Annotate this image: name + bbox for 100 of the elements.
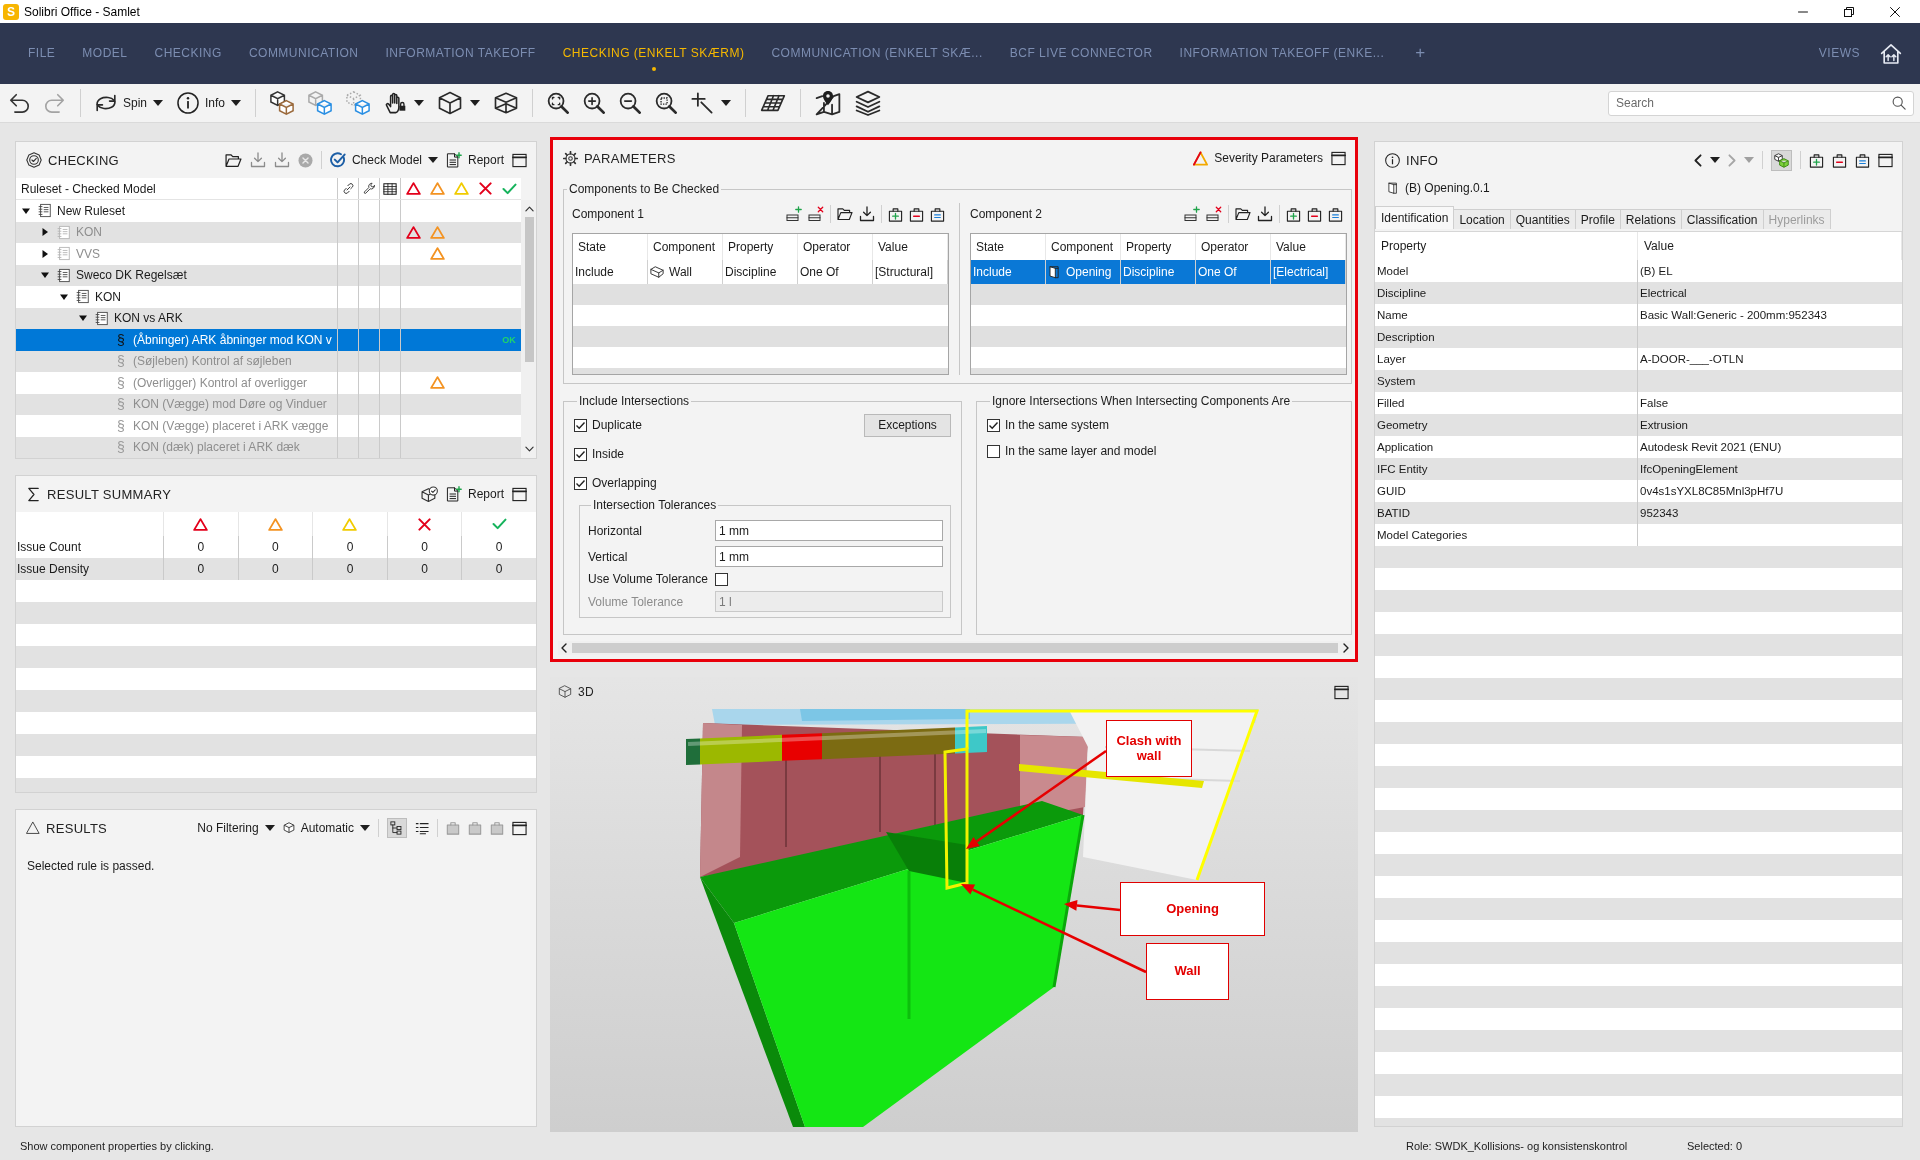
layers-icon[interactable] <box>855 90 882 116</box>
menu-tab[interactable]: CHECKING <box>154 29 222 78</box>
tree-label[interactable]: Sweco DK Regelsæt <box>76 268 187 283</box>
caret-icon[interactable] <box>1710 157 1720 163</box>
caret-icon[interactable] <box>414 100 425 106</box>
info-button[interactable]: Info <box>177 92 242 114</box>
download-icon[interactable] <box>1257 206 1273 222</box>
menu-tab[interactable]: INFORMATION TAKEOFF <box>385 29 536 78</box>
briefcase-remove-icon[interactable] <box>1307 206 1322 222</box>
menu-tab[interactable]: INFORMATION TAKEOFF (ENKE... <box>1179 29 1385 78</box>
chevron-left-icon[interactable] <box>1694 153 1702 167</box>
tab[interactable]: Identification <box>1375 206 1455 229</box>
briefcase-remove-icon[interactable] <box>1832 152 1847 168</box>
expand-caret-icon[interactable] <box>79 314 87 323</box>
add-tab-button[interactable]: + <box>1415 29 1426 78</box>
briefcase-add-icon[interactable] <box>888 206 903 222</box>
tab[interactable]: Profile <box>1574 209 1621 229</box>
tab[interactable]: Quantities <box>1509 209 1576 229</box>
exceptions-button[interactable]: Exceptions <box>864 413 951 437</box>
menu-tab[interactable]: BCF LIVE CONNECTOR <box>1009 29 1153 78</box>
dotted-cubes-icon[interactable] <box>346 91 371 115</box>
checkbox[interactable] <box>574 476 587 490</box>
remove-row-icon[interactable] <box>808 206 824 222</box>
zoom-out-icon[interactable] <box>619 92 642 114</box>
tree-row[interactable]: KON <box>16 286 521 308</box>
tree-label[interactable]: (Åbninger) ARK åbninger mod KON v <box>133 332 332 347</box>
caret-icon[interactable] <box>721 100 732 106</box>
tab[interactable]: Relations <box>1619 209 1682 229</box>
house-icon[interactable] <box>1880 42 1902 65</box>
briefcase-add-icon[interactable] <box>1286 206 1301 222</box>
zoom-in-icon[interactable] <box>583 92 606 114</box>
tree-label[interactable]: New Ruleset <box>57 203 126 218</box>
filter-dropdown[interactable]: No Filtering <box>197 821 275 835</box>
maximize-icon[interactable] <box>512 486 527 502</box>
text-field[interactable]: 1 mm <box>715 546 943 567</box>
list-icon[interactable] <box>415 821 429 835</box>
tree-row[interactable]: KON vs ARK <box>16 307 521 329</box>
horizontal-scrollbar[interactable] <box>558 641 1352 655</box>
wireframe-cubes-icon[interactable] <box>308 91 333 115</box>
report-button[interactable]: Report <box>445 152 504 168</box>
tab[interactable]: Location <box>1453 209 1511 229</box>
menu-tab[interactable]: COMMUNICATION (ENKELT SKÆ... <box>771 29 983 78</box>
maximize-icon[interactable] <box>1334 684 1349 700</box>
zoom-fit-icon[interactable] <box>547 92 570 114</box>
checkbox[interactable] <box>987 444 1000 458</box>
briefcase-equal-icon[interactable] <box>1855 152 1870 168</box>
menu-tab[interactable]: COMMUNICATION <box>248 29 359 78</box>
expand-caret-icon[interactable] <box>41 271 49 280</box>
report-button[interactable]: Report <box>445 486 504 502</box>
maximize-icon[interactable] <box>1331 150 1346 166</box>
undo-icon[interactable] <box>8 92 30 114</box>
tab[interactable]: Classification <box>1680 209 1764 229</box>
tree-row[interactable]: Sweco DK Regelsæt <box>16 264 521 286</box>
hierarchy-icon[interactable] <box>387 818 407 838</box>
download-icon[interactable] <box>859 206 875 222</box>
zoom-selection-icon[interactable] <box>655 92 678 114</box>
hand-icon[interactable] <box>384 92 407 114</box>
tree-label[interactable]: KON <box>95 289 121 304</box>
text-field[interactable]: 1 mm <box>715 520 943 541</box>
folder-icon[interactable] <box>1235 206 1251 222</box>
check-model-button[interactable]: Check Model <box>329 152 438 168</box>
table-row[interactable]: Include Opening Discipline One Of [Electrical] <box>971 260 1346 284</box>
views-button[interactable]: VIEWS <box>1818 29 1860 78</box>
cube-check-icon[interactable] <box>420 485 438 503</box>
maximize-icon[interactable] <box>512 152 527 168</box>
search-icon[interactable] <box>1892 96 1906 110</box>
add-row-icon[interactable] <box>786 206 802 222</box>
spin-button[interactable]: Spin <box>95 92 164 114</box>
map-pin-icon[interactable] <box>815 90 842 116</box>
checkbox[interactable] <box>574 447 587 461</box>
folder-icon[interactable] <box>224 151 242 169</box>
checkbox[interactable] <box>987 418 1000 432</box>
expand-caret-icon[interactable] <box>60 292 68 301</box>
briefcase-add-icon[interactable] <box>1809 152 1824 168</box>
briefcase-equal-icon[interactable] <box>1328 206 1343 222</box>
severity-parameters-button[interactable]: Severity Parameters <box>1193 150 1323 166</box>
search-field[interactable]: Search <box>1608 90 1914 116</box>
briefcase-remove-icon[interactable] <box>909 206 924 222</box>
expand-caret-icon[interactable] <box>22 206 30 215</box>
maximize-icon[interactable] <box>1878 152 1893 168</box>
close-icon[interactable] <box>1890 6 1900 17</box>
checkbox[interactable] <box>715 572 728 586</box>
maximize-icon[interactable] <box>512 820 527 836</box>
checkbox[interactable] <box>574 418 587 432</box>
tree-row[interactable]: § (Åbninger) ARK åbninger mod KON v OK <box>16 329 521 351</box>
briefcase-equal-icon[interactable] <box>930 206 945 222</box>
mode-dropdown[interactable]: Automatic <box>282 821 370 835</box>
cube-icon[interactable] <box>438 91 463 115</box>
caret-icon[interactable] <box>470 100 481 106</box>
menu-tab[interactable]: MODEL <box>82 29 128 78</box>
tree-row[interactable]: New Ruleset <box>16 200 521 222</box>
folder-icon[interactable] <box>837 206 853 222</box>
cursor-icon[interactable] <box>691 92 714 114</box>
menu-tab[interactable]: FILE <box>28 29 56 78</box>
menu-tab[interactable]: CHECKING (ENKELT SKÆRM) <box>562 29 745 78</box>
section-planes-icon[interactable] <box>494 91 519 115</box>
restore-icon[interactable] <box>1844 6 1854 17</box>
remove-row-icon[interactable] <box>1206 206 1222 222</box>
cubes-icon[interactable] <box>270 91 295 115</box>
cubes-icon[interactable] <box>1771 149 1792 171</box>
